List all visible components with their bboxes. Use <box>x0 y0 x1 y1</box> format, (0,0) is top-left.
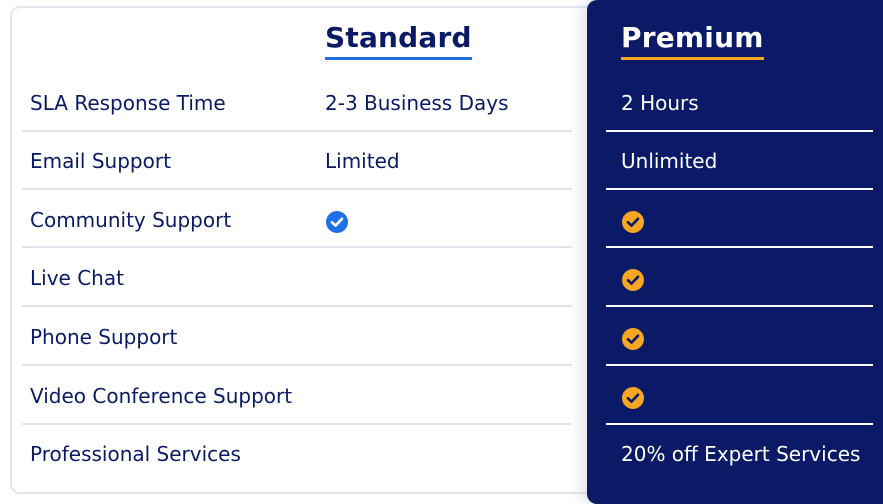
standard-card <box>10 6 610 494</box>
standard-value-sla: 2-3 Business Days <box>325 91 509 115</box>
standard-value-community-support <box>325 208 565 234</box>
row-label-professional-services: Professional Services <box>30 442 241 466</box>
premium-column-header: Premium <box>621 20 764 60</box>
row-divider <box>606 305 873 307</box>
row-divider <box>606 364 873 366</box>
premium-value-professional-services: 20% off Expert Services <box>621 442 861 466</box>
row-divider <box>606 246 873 248</box>
row-divider <box>22 246 572 248</box>
standard-column-header: Standard <box>325 20 472 60</box>
row-label-email-support: Email Support <box>30 149 171 173</box>
check-circle-orange-icon <box>622 268 644 291</box>
row-label-community-support: Community Support <box>30 208 232 232</box>
row-divider <box>22 364 572 366</box>
premium-value-video-conference-support <box>621 384 871 410</box>
check-circle-orange-icon <box>622 327 644 350</box>
row-divider <box>22 188 572 190</box>
row-divider <box>22 305 572 307</box>
standard-value-email-support: Limited <box>325 149 400 173</box>
check-circle-orange-icon <box>622 386 644 409</box>
row-divider <box>606 130 873 132</box>
premium-value-community-support <box>621 208 871 234</box>
row-divider <box>606 188 873 190</box>
premium-panel <box>587 0 883 504</box>
row-label-live-chat: Live Chat <box>30 266 124 290</box>
row-label-sla: SLA Response Time <box>30 91 226 115</box>
premium-value-sla: 2 Hours <box>621 91 699 115</box>
row-divider <box>606 423 873 425</box>
comparison-table: Standard Premium SLA Response Time 2-3 B… <box>0 0 883 504</box>
row-label-phone-support: Phone Support <box>30 325 178 349</box>
check-circle-orange-icon <box>622 210 644 233</box>
premium-value-phone-support <box>621 325 871 351</box>
check-circle-blue-icon <box>326 210 348 233</box>
row-label-video-conference-support: Video Conference Support <box>30 384 293 408</box>
row-divider <box>22 130 572 132</box>
premium-value-email-support: Unlimited <box>621 149 718 173</box>
row-divider <box>22 423 572 425</box>
premium-value-live-chat <box>621 266 871 292</box>
